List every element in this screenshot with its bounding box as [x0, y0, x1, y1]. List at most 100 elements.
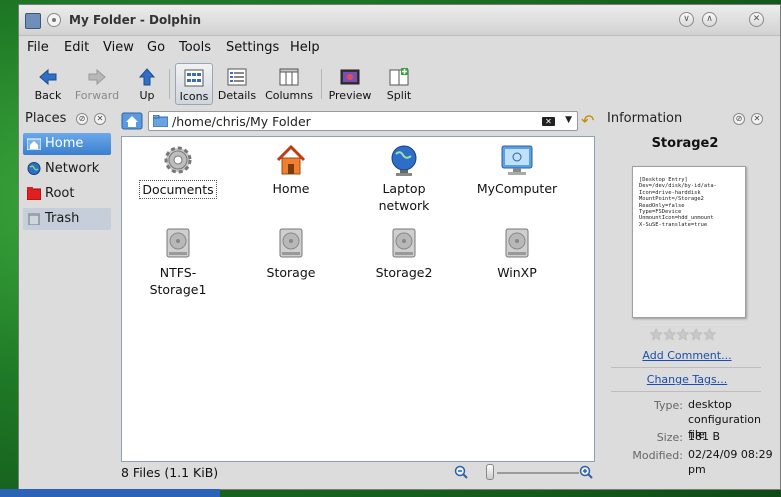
- places-float-button[interactable]: ⊘: [76, 113, 88, 125]
- home-icon: [276, 144, 306, 175]
- selected-item-name: Storage2: [651, 136, 719, 151]
- harddisk-icon: [279, 228, 303, 258]
- change-tags-link[interactable]: Change Tags...: [607, 373, 767, 386]
- icons-view-button[interactable]: Icons: [175, 63, 213, 105]
- folder-icon: [153, 115, 168, 127]
- file-item-mycomputer[interactable]: MyComputer: [467, 143, 567, 197]
- network-icon: [27, 162, 41, 175]
- size-key: Size:: [656, 431, 683, 444]
- places-item-label: Network: [45, 161, 100, 176]
- file-label: WinXP: [497, 265, 537, 280]
- zoom-slider-handle[interactable]: [486, 464, 494, 480]
- file-label: Storage2: [375, 265, 433, 280]
- menu-settings[interactable]: Settings: [226, 40, 279, 55]
- places-close-button[interactable]: ✕: [94, 113, 106, 125]
- harddisk-icon: [505, 228, 529, 258]
- places-title: Places: [25, 111, 67, 126]
- location-input[interactable]: /home/chris/My Folder ✕ ▼: [148, 111, 578, 131]
- places-item-label: Trash: [45, 211, 80, 226]
- menu-edit[interactable]: Edit: [64, 40, 89, 55]
- file-item-laptop-network[interactable]: Laptop network: [354, 143, 454, 214]
- file-item-documents[interactable]: Documents: [128, 143, 228, 199]
- back-button[interactable]: Back: [29, 63, 67, 105]
- file-label: MyComputer: [476, 181, 558, 196]
- taskbar-fragment: [0, 489, 220, 497]
- toolbar-separator: [169, 69, 170, 99]
- preview-icon: [340, 69, 360, 85]
- back-label: Back: [34, 89, 62, 102]
- columns-view-label: Columns: [265, 89, 313, 102]
- file-label: NTFS-Storage1: [149, 265, 207, 297]
- columns-view-icon: [279, 68, 299, 86]
- file-preview: [Desktop Entry] Dev=/dev/disk/by-id/ata-…: [632, 166, 746, 318]
- menu-go[interactable]: Go: [147, 40, 165, 55]
- desktop-background: [0, 0, 18, 497]
- places-item-label: Root: [45, 186, 75, 201]
- add-comment-link[interactable]: Add Comment...: [607, 349, 767, 362]
- preview-button[interactable]: Preview: [327, 63, 373, 105]
- file-item-ntfs-storage1[interactable]: NTFS-Storage1: [128, 227, 228, 298]
- up-button[interactable]: Up: [131, 63, 163, 105]
- places-item-root[interactable]: Root: [23, 183, 111, 205]
- file-item-winxp[interactable]: WinXP: [467, 227, 567, 281]
- split-icon: [389, 68, 409, 86]
- file-label: Home: [272, 181, 310, 196]
- star-icon[interactable]: ★: [702, 327, 716, 343]
- file-view[interactable]: Documents Home Laptop network MyComputer…: [121, 136, 595, 462]
- split-label: Split: [386, 89, 412, 102]
- places-item-label: Home: [45, 136, 84, 151]
- info-divider: [611, 367, 761, 368]
- dolphin-window: My Folder - Dolphin ∨ ∧ ✕ File Edit View…: [18, 4, 781, 490]
- up-label: Up: [139, 89, 155, 102]
- information-float-button[interactable]: ⊘: [733, 113, 745, 125]
- type-key: Type:: [654, 399, 683, 412]
- harddisk-icon: [392, 228, 416, 258]
- menu-view[interactable]: View: [103, 40, 134, 55]
- status-text: 8 Files (1.1 KiB): [121, 465, 219, 480]
- maximize-button[interactable]: ∧: [702, 12, 717, 27]
- back-history-icon[interactable]: ↶: [581, 111, 594, 130]
- zoom-slider-track[interactable]: [497, 472, 579, 474]
- details-view-label: Details: [217, 89, 257, 102]
- root-folder-icon: [27, 187, 41, 200]
- menu-file[interactable]: File: [27, 40, 49, 55]
- file-label: Documents: [139, 180, 217, 199]
- forward-button[interactable]: Forward: [71, 63, 123, 105]
- modified-value: 02/24/09 08:29 pm: [688, 448, 773, 476]
- zoom-in-icon[interactable]: [579, 465, 593, 479]
- information-close-button[interactable]: ✕: [751, 113, 763, 125]
- columns-view-button[interactable]: Columns: [263, 63, 315, 105]
- location-bar: /home/chris/My Folder ✕ ▼: [121, 111, 578, 133]
- minimize-button[interactable]: ∨: [679, 12, 694, 27]
- file-item-home[interactable]: Home: [241, 143, 341, 197]
- back-arrow-icon: [39, 68, 57, 86]
- clear-location-icon[interactable]: ✕: [542, 117, 555, 126]
- details-view-button[interactable]: Details: [217, 63, 257, 105]
- places-item-network[interactable]: Network: [23, 158, 111, 180]
- close-button[interactable]: ✕: [749, 12, 764, 27]
- app-icon[interactable]: [25, 13, 41, 29]
- file-item-storage[interactable]: Storage: [241, 227, 341, 281]
- monitor-icon: [501, 145, 533, 175]
- title-bar[interactable]: My Folder - Dolphin ∨ ∧ ✕: [19, 5, 780, 36]
- file-item-storage2[interactable]: Storage2: [354, 227, 454, 281]
- star-icon[interactable]: ★: [662, 327, 676, 343]
- star-icon[interactable]: ★: [676, 327, 690, 343]
- harddisk-icon: [166, 228, 190, 258]
- trash-icon: [28, 213, 40, 225]
- home-icon: [27, 138, 41, 150]
- toolbar: Back Forward Up Icons Details Columns Pr…: [19, 61, 780, 107]
- rating-stars[interactable]: ★★★★★: [649, 327, 717, 343]
- zoom-out-icon[interactable]: [454, 465, 468, 479]
- globe-icon: [391, 145, 417, 176]
- window-title: My Folder - Dolphin: [69, 13, 202, 27]
- split-button[interactable]: Split: [381, 63, 417, 105]
- places-item-home[interactable]: Home: [23, 133, 111, 155]
- menu-help[interactable]: Help: [290, 40, 320, 55]
- chevron-down-icon[interactable]: ▼: [565, 115, 572, 125]
- sticky-icon[interactable]: [47, 13, 61, 27]
- icons-view-icon: [184, 69, 204, 87]
- home-button[interactable]: [121, 111, 143, 131]
- places-item-trash[interactable]: Trash: [23, 208, 111, 230]
- menu-tools[interactable]: Tools: [179, 40, 211, 55]
